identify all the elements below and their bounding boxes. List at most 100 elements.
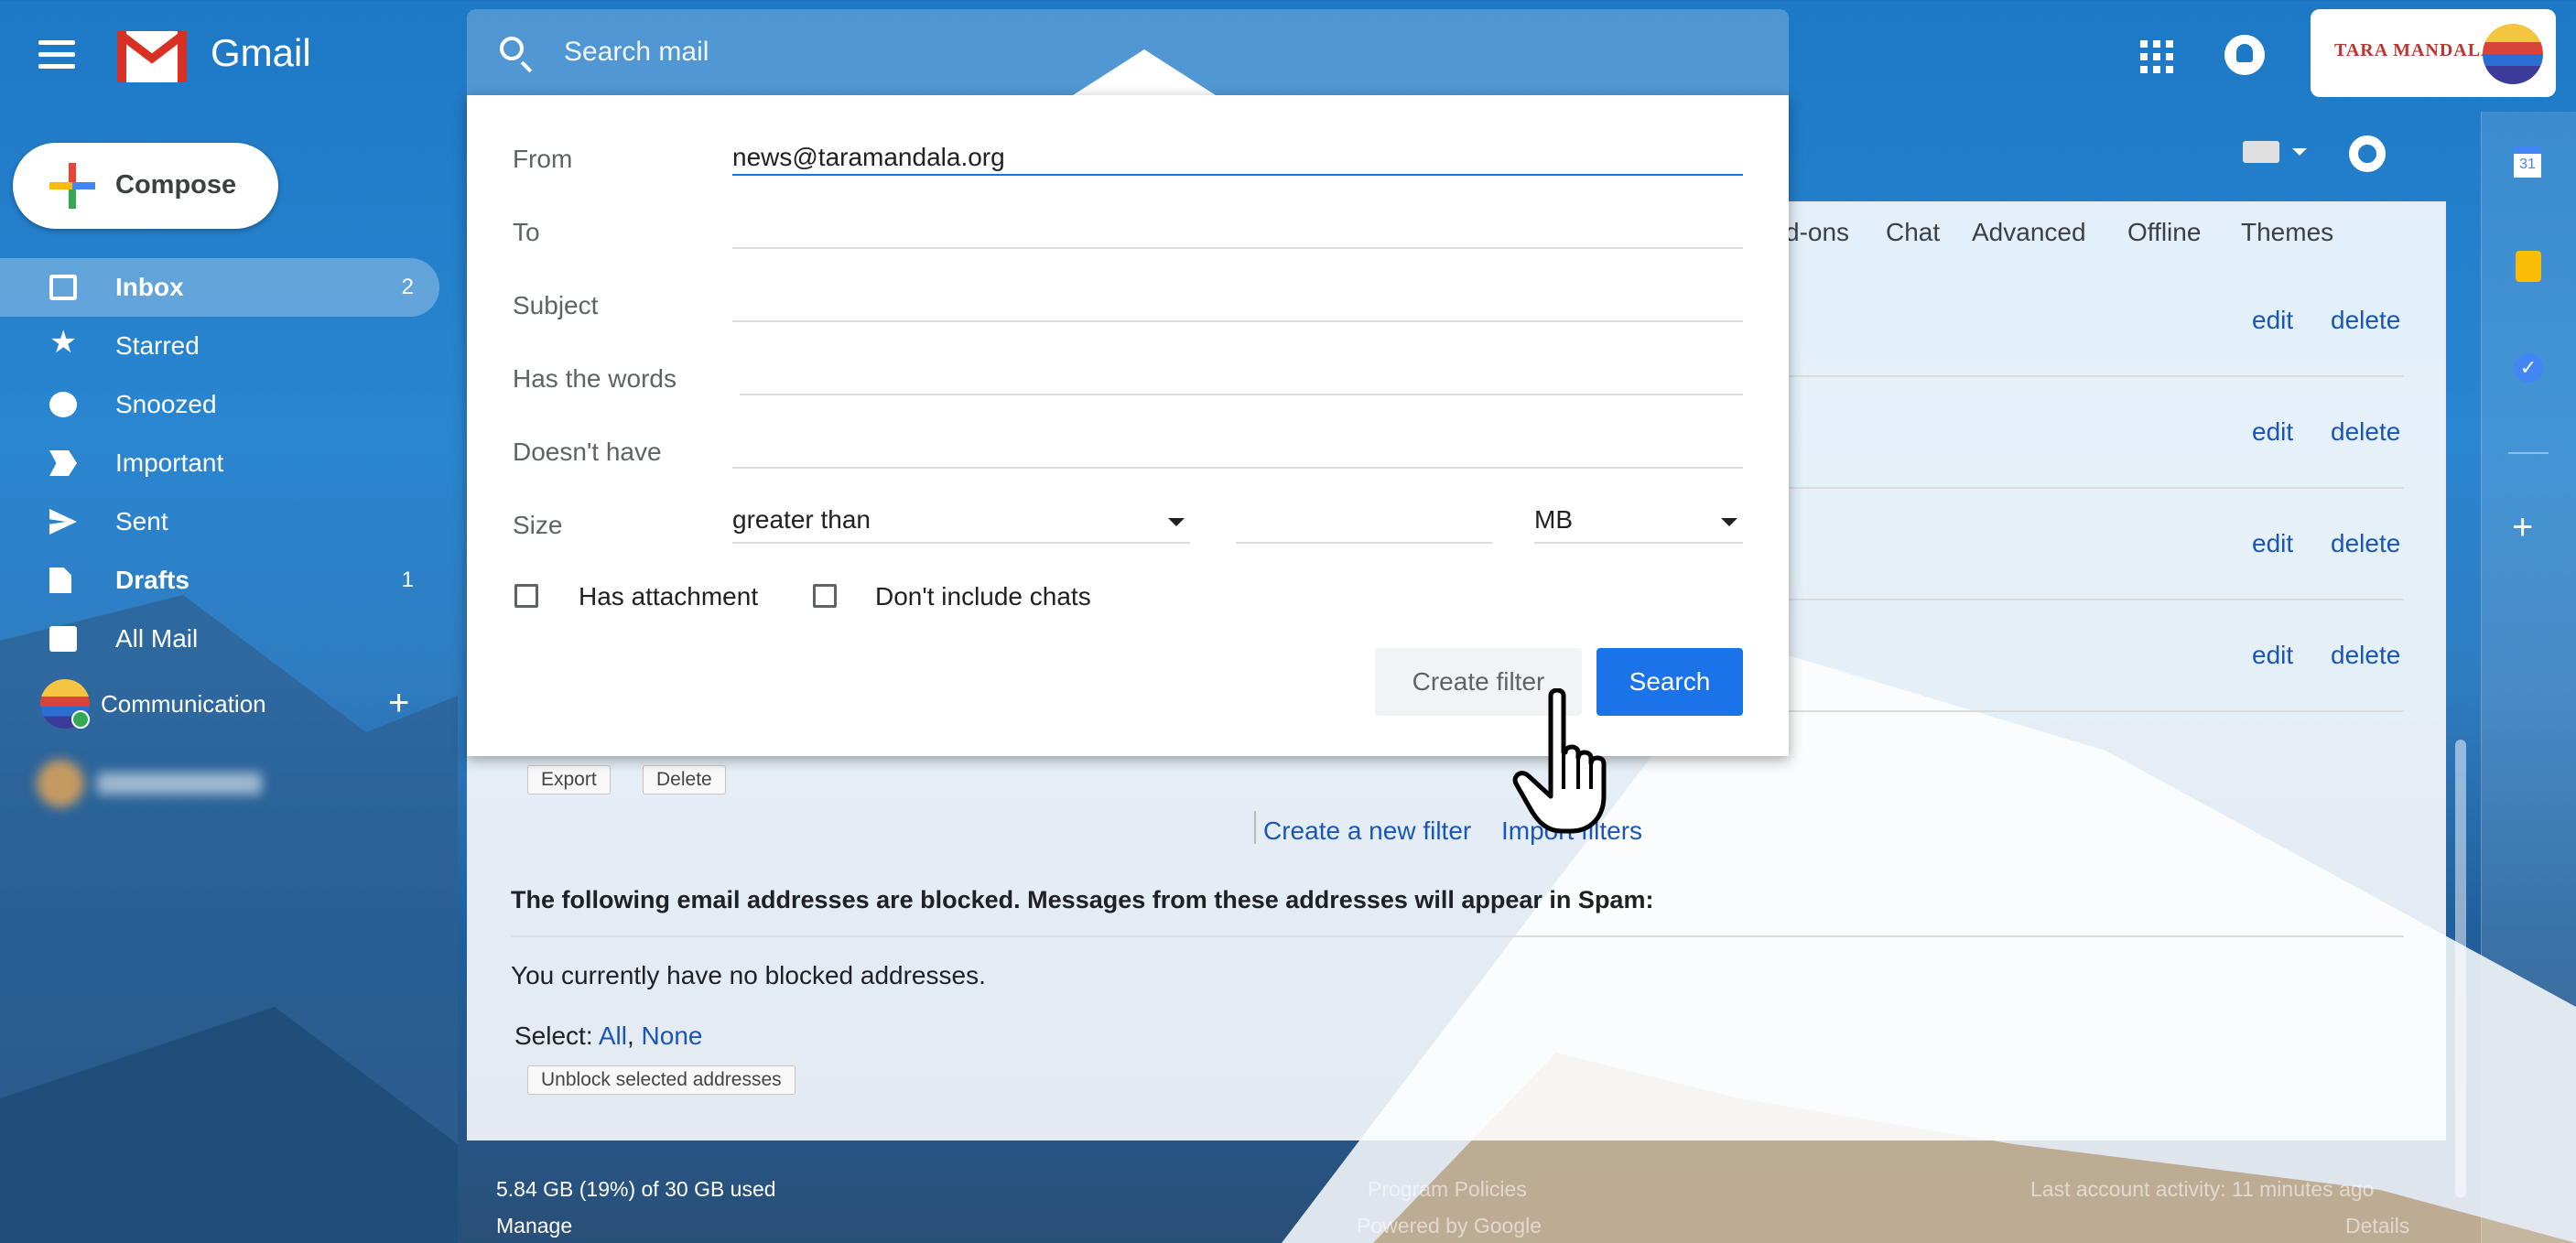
filter-delete-link[interactable]: delete <box>2331 417 2400 447</box>
important-icon <box>49 450 77 476</box>
settings-gear-icon[interactable] <box>2349 135 2386 172</box>
to-input[interactable] <box>732 212 1739 249</box>
select-all-link[interactable]: All <box>599 1021 627 1050</box>
dont-include-chats-checkbox[interactable] <box>813 584 837 608</box>
create-filter-button[interactable]: Create filter <box>1375 648 1582 716</box>
subject-label: Subject <box>513 291 599 319</box>
import-filters-link[interactable]: Import filters <box>1501 816 1642 846</box>
sidebar-item-all-mail[interactable]: All Mail <box>0 610 439 668</box>
calendar-icon[interactable]: 31 <box>2514 146 2541 178</box>
gmail-logo-icon[interactable] <box>115 27 189 84</box>
notifications-icon[interactable] <box>2224 35 2265 75</box>
last-account-activity: Last account activity: 11 minutes ago <box>2030 1177 2375 1201</box>
details-link[interactable]: Details <box>2345 1214 2409 1238</box>
create-new-filter-link[interactable]: Create a new filter <box>1263 816 1471 846</box>
search-button[interactable]: Search <box>1596 648 1743 716</box>
sidebar-item-important[interactable]: Important <box>0 434 439 492</box>
tab-advanced[interactable]: Advanced <box>1972 218 2086 247</box>
keep-icon[interactable] <box>2516 251 2541 282</box>
size-comparator-value: greater than <box>732 505 871 534</box>
from-input[interactable] <box>732 139 1739 176</box>
export-button[interactable]: Export <box>527 765 611 794</box>
has-words-input[interactable] <box>740 359 1747 395</box>
label-communication[interactable]: Communication + <box>0 674 439 738</box>
sidebar-item-sent[interactable]: Sent <box>0 492 439 551</box>
scrollbar[interactable] <box>2455 740 2466 1197</box>
draft-icon <box>49 567 71 593</box>
hangouts-contact-blurred[interactable] <box>37 760 275 811</box>
sidebar-item-starred[interactable]: ★ Starred <box>0 317 439 375</box>
sidebar-item-drafts[interactable]: Drafts 1 <box>0 551 439 610</box>
filter-edit-link[interactable]: edit <box>2252 529 2293 558</box>
doesnt-have-underline <box>732 467 1743 469</box>
keyboard-icon[interactable] <box>2243 141 2279 163</box>
compose-button[interactable]: Compose <box>13 143 278 229</box>
filter-delete-link[interactable]: delete <box>2331 306 2400 335</box>
filter-edit-link[interactable]: edit <box>2252 306 2293 335</box>
size-number-input[interactable] <box>1236 505 1492 542</box>
add-label-icon[interactable]: + <box>388 685 409 721</box>
tab-chat[interactable]: Chat <box>1886 218 1940 247</box>
advanced-search-dropdown: From To Subject Has the words Doesn't ha… <box>467 95 1789 756</box>
label-communication-text: Communication <box>101 690 266 718</box>
main-menu-icon[interactable] <box>38 33 90 79</box>
send-icon <box>49 509 77 535</box>
search-icon[interactable] <box>500 37 524 60</box>
chevron-down-icon <box>1168 518 1185 526</box>
size-number-underline <box>1236 542 1492 544</box>
account-avatar[interactable] <box>2483 24 2543 84</box>
manage-storage-link[interactable]: Manage <box>496 1214 572 1238</box>
select-row: Select: All, None <box>514 1021 702 1051</box>
subject-input[interactable] <box>732 286 1739 322</box>
doesnt-have-label: Doesn't have <box>513 438 662 466</box>
has-attachment-label: Has attachment <box>579 582 759 611</box>
filter-delete-link[interactable]: delete <box>2331 641 2400 670</box>
size-unit-select[interactable]: MB <box>1534 505 1743 542</box>
search-bar <box>467 9 1789 95</box>
size-comparator-underline <box>732 542 1190 544</box>
has-words-label: Has the words <box>513 364 676 393</box>
to-underline <box>732 247 1743 249</box>
from-underline <box>732 174 1743 176</box>
sidebar-item-label: Inbox <box>115 273 184 301</box>
sidebar-item-snoozed[interactable]: Snoozed <box>0 375 439 434</box>
unblock-selected-button[interactable]: Unblock selected addresses <box>527 1065 796 1095</box>
delete-filters-button[interactable]: Delete <box>643 765 726 794</box>
sidebar-item-count: 2 <box>401 275 414 299</box>
chevron-down-icon <box>1721 518 1737 526</box>
compose-label: Compose <box>115 170 237 200</box>
select-none-link[interactable]: None <box>642 1021 703 1050</box>
filter-delete-link[interactable]: delete <box>2331 529 2400 558</box>
blocked-addresses-heading: The following email addresses are blocke… <box>511 886 1654 913</box>
mail-icon <box>49 626 77 652</box>
get-addons-icon[interactable]: + <box>2512 509 2533 546</box>
subject-underline <box>732 320 1743 322</box>
size-unit-underline <box>1534 542 1743 544</box>
clock-icon <box>49 392 77 417</box>
tasks-icon[interactable]: ✓ <box>2514 353 2543 383</box>
account-switcher[interactable]: TARA MANDALA <box>2311 9 2556 97</box>
from-label: From <box>513 145 573 173</box>
keyboard-dropdown-icon[interactable] <box>2292 148 2307 156</box>
filter-edit-link[interactable]: edit <box>2252 641 2293 670</box>
google-apps-icon[interactable] <box>2140 40 2173 73</box>
sidebar-item-label: Sent <box>115 507 168 535</box>
filter-edit-link[interactable]: edit <box>2252 417 2293 447</box>
has-attachment-checkbox[interactable] <box>514 584 538 608</box>
gmail-wordmark: Gmail <box>211 31 311 74</box>
tab-add-ons[interactable]: d-ons <box>1785 218 1849 247</box>
communication-avatar <box>40 679 90 729</box>
side-panel-divider <box>2508 452 2549 454</box>
tab-themes[interactable]: Themes <box>2241 218 2333 247</box>
to-label: To <box>513 218 540 246</box>
sidebar-item-inbox[interactable]: Inbox 2 <box>0 258 439 317</box>
size-comparator-select[interactable]: greater than <box>732 505 1190 542</box>
doesnt-have-input[interactable] <box>732 432 1739 469</box>
sidebar-item-label: Snoozed <box>115 390 217 418</box>
sidebar-item-label: Important <box>115 449 224 477</box>
tab-offline[interactable]: Offline <box>2127 218 2201 247</box>
sidebar-item-count: 1 <box>401 567 414 592</box>
star-icon: ★ <box>49 325 78 360</box>
program-policies-link[interactable]: Program Policies <box>1368 1177 1527 1202</box>
select-separator: , <box>626 1021 634 1050</box>
